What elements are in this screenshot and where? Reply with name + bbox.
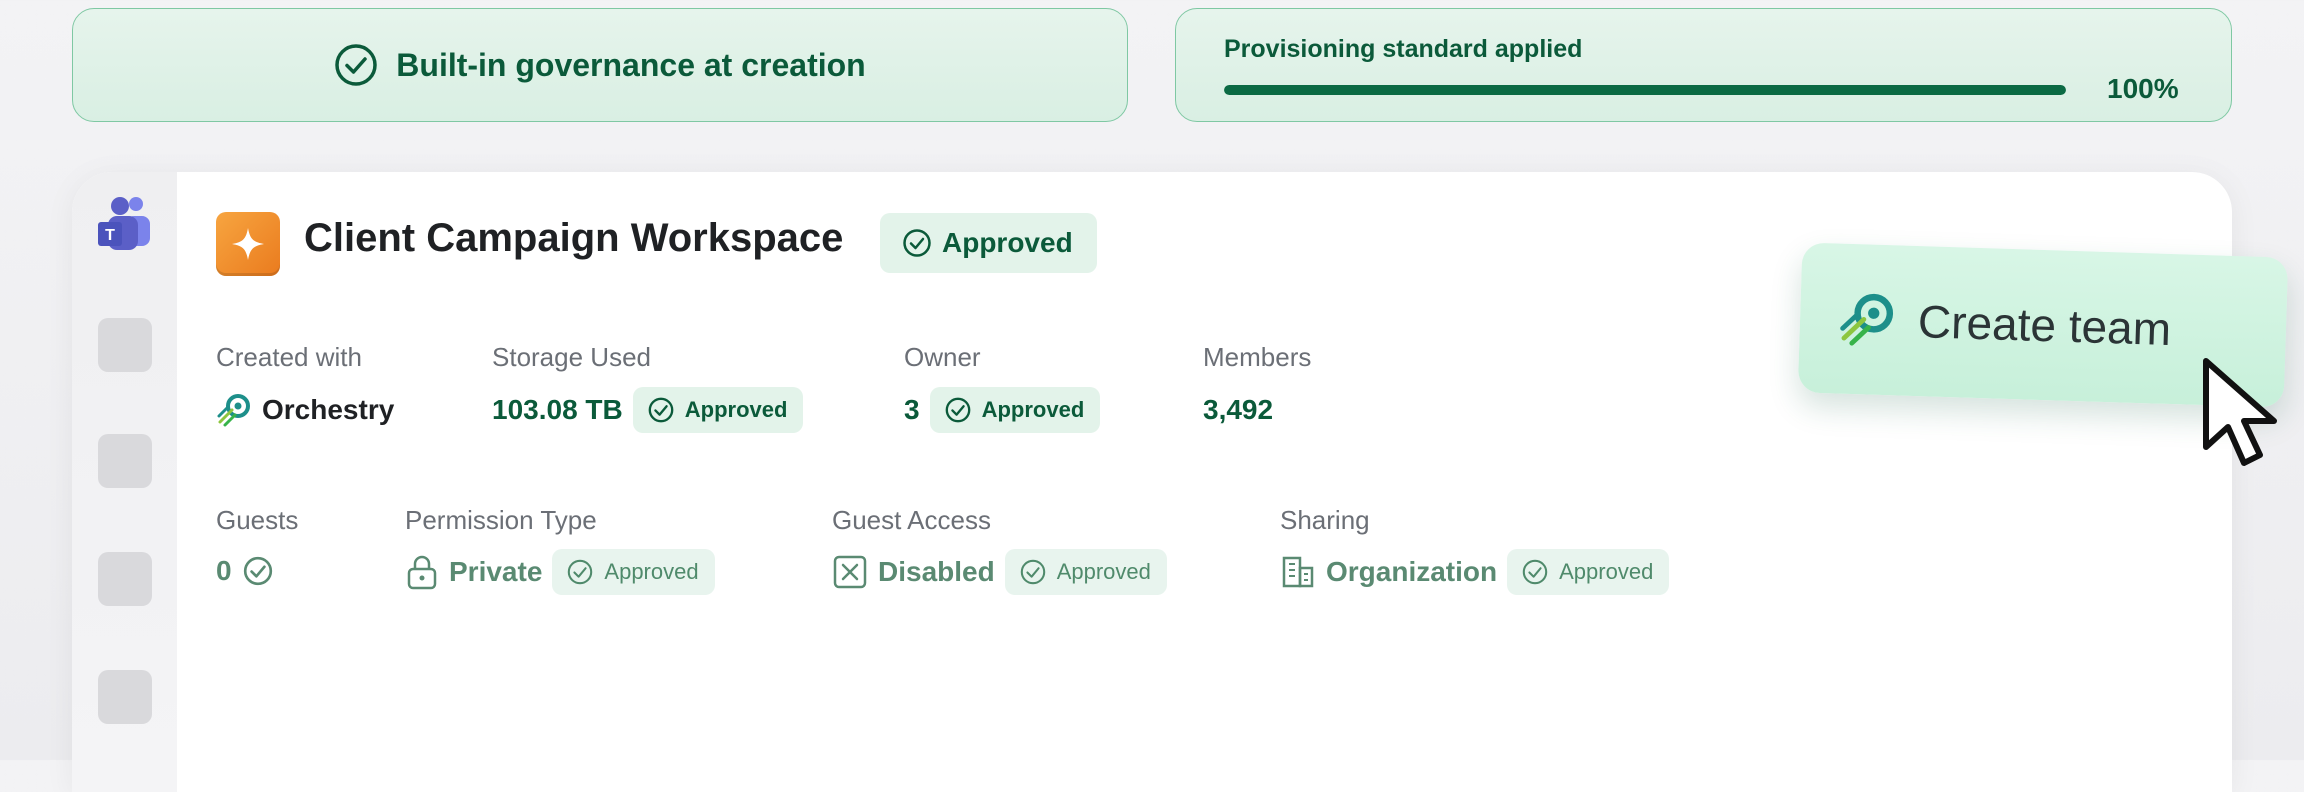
- lock-icon: [407, 555, 437, 590]
- rail-item[interactable]: [98, 670, 152, 724]
- guests-text: 0: [216, 555, 232, 586]
- provisioning-label: Provisioning standard applied: [1224, 35, 1583, 63]
- created-with-label: Created with: [216, 342, 362, 372]
- provisioning-progress-text: 100%: [2107, 73, 2179, 104]
- cursor-icon: [2203, 358, 2277, 466]
- guest-access-value: Disabled Approved: [832, 549, 1167, 595]
- orchestry-logo-icon: [217, 394, 250, 427]
- owner-status-badge: Approved: [929, 387, 1101, 433]
- check-circle-icon: [648, 397, 674, 423]
- teams-app-rail: T: [72, 172, 177, 792]
- permission-value: Private Approved: [405, 549, 715, 595]
- check-circle-icon: [335, 44, 378, 86]
- rail-item[interactable]: [98, 318, 152, 372]
- owner-text: 3: [904, 394, 920, 425]
- created-with-text: Orchestry: [262, 394, 395, 425]
- check-circle-icon: [568, 559, 593, 585]
- sharing-label: Sharing: [1280, 505, 1370, 535]
- guest-access-text: Disabled: [878, 556, 995, 587]
- create-team-label: Create team: [1917, 295, 2172, 356]
- check-circle-icon: [903, 229, 931, 257]
- owner-value: 3 Approved: [904, 387, 1101, 433]
- sparkle-icon: [232, 228, 264, 260]
- guests-value: 0: [216, 555, 274, 587]
- workspace-status-badge: Approved: [880, 213, 1097, 273]
- created-with-value: Orchestry: [216, 392, 394, 428]
- members-label: Members: [1203, 342, 1312, 372]
- sharing-status-badge: Approved: [1507, 549, 1670, 595]
- check-circle-icon: [243, 556, 272, 586]
- workspace-title: Client Campaign Workspace: [304, 216, 844, 260]
- orchestry-logo-icon: [1840, 293, 1894, 346]
- sharing-text: Organization: [1326, 556, 1498, 587]
- storage-value: 103.08 TB Approved: [492, 387, 804, 433]
- storage-label: Storage Used: [492, 342, 651, 372]
- permission-text: Private: [449, 556, 543, 587]
- workspace-status-text: Approved: [942, 227, 1073, 258]
- provisioning-progress-fill: [1224, 85, 2066, 95]
- svg-text:T: T: [105, 227, 115, 244]
- teams-icon[interactable]: T: [96, 194, 156, 254]
- guest-access-label: Guest Access: [832, 505, 991, 535]
- provisioning-banner: Provisioning standard applied 100%: [1175, 8, 2232, 122]
- rail-item[interactable]: [98, 434, 152, 488]
- storage-text: 103.08 TB: [492, 394, 623, 425]
- building-icon: [1282, 556, 1314, 588]
- rail-item[interactable]: [98, 552, 152, 606]
- provisioning-progress-bar: [1224, 85, 2066, 95]
- permission-label: Permission Type: [405, 505, 597, 535]
- x-box-icon: [833, 555, 867, 589]
- check-circle-icon: [1020, 559, 1045, 585]
- owner-label: Owner: [904, 342, 981, 372]
- storage-status-badge: Approved: [632, 387, 804, 433]
- governance-banner-text: Built-in governance at creation: [396, 46, 866, 83]
- permission-status-badge: Approved: [552, 549, 715, 595]
- governance-banner: Built-in governance at creation: [72, 8, 1128, 122]
- workspace-icon: [216, 212, 280, 276]
- guests-label: Guests: [216, 505, 299, 535]
- members-value: 3,492: [1203, 394, 1274, 425]
- sharing-value: Organization Approved: [1280, 549, 1670, 595]
- guest-access-status-badge: Approved: [1004, 549, 1167, 595]
- check-circle-icon: [1522, 559, 1548, 585]
- check-circle-icon: [945, 397, 970, 423]
